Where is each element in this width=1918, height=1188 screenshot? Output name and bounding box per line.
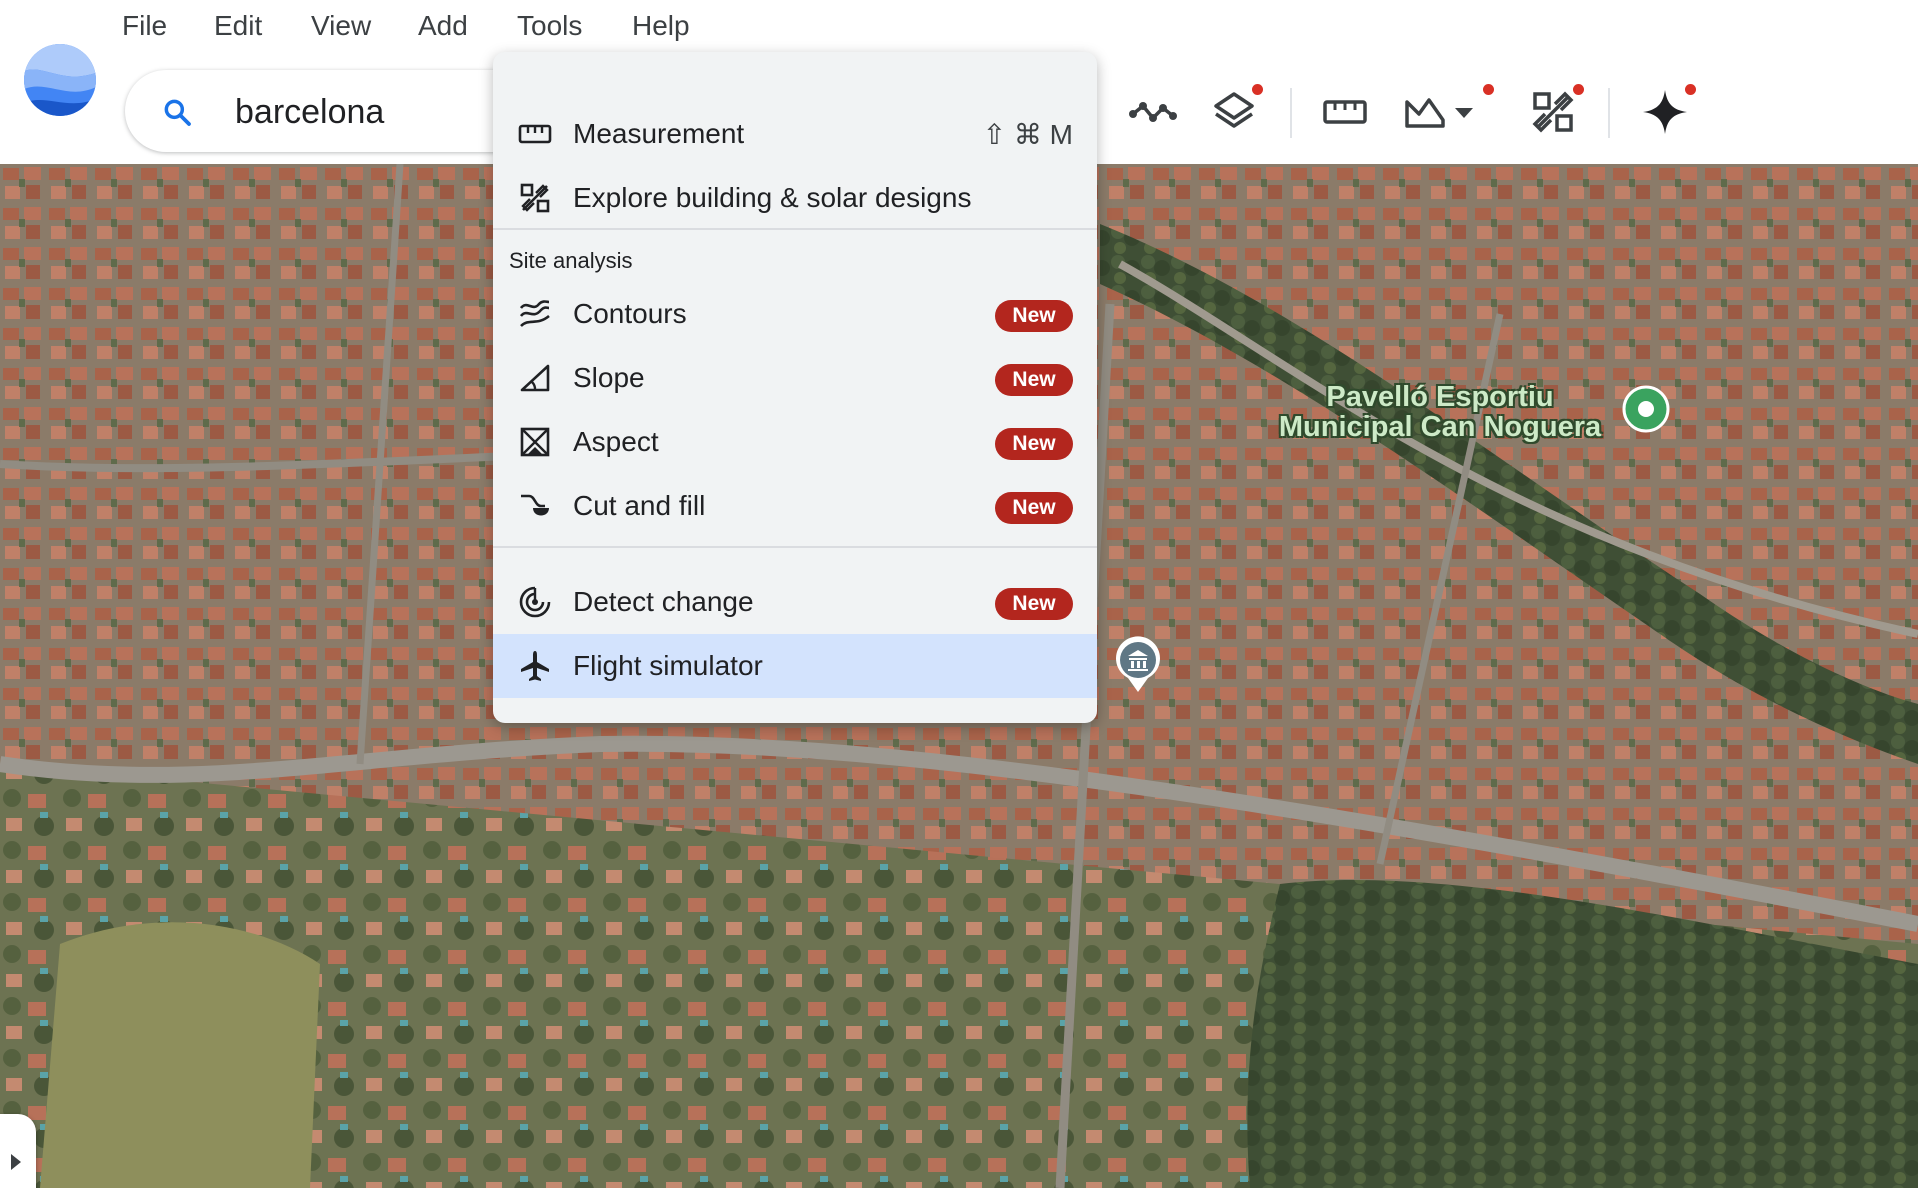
menu-item-flight-simulator[interactable]: Flight simulator [493, 634, 1097, 698]
detect-change-icon [517, 584, 553, 620]
menu-divider [493, 228, 1097, 230]
toolbar-divider [1608, 88, 1610, 138]
menu-item-label: Contours [573, 298, 687, 329]
notification-dot [1483, 84, 1494, 95]
menu-divider [493, 546, 1097, 548]
menu-item-cut-and-fill[interactable]: Cut and fill New [493, 474, 1097, 538]
chevron-right-icon [11, 1154, 21, 1170]
menu-item-explore-building-solar[interactable]: Explore building & solar designs [493, 166, 1097, 230]
menu-item-measurement[interactable]: Measurement ⇧ ⌘ M [493, 102, 1097, 166]
search-icon[interactable] [161, 96, 193, 128]
path-icon[interactable] [1125, 84, 1181, 140]
aspect-icon [517, 424, 553, 460]
airplane-icon [517, 648, 553, 684]
sports-location-pin-icon[interactable] [1621, 384, 1671, 434]
menu-tools[interactable]: Tools [513, 10, 586, 42]
cut-fill-icon [517, 488, 553, 524]
keyboard-shortcut: ⇧ ⌘ M [982, 119, 1073, 150]
menu-item-label: Aspect [573, 426, 659, 457]
side-panel-toggle-button[interactable] [0, 1114, 36, 1188]
new-badge: New [995, 588, 1073, 620]
menu-item-slope[interactable]: Slope New [493, 346, 1097, 410]
building-solar-icon[interactable] [1525, 84, 1584, 140]
menu-item-aspect[interactable]: Aspect New [493, 410, 1097, 474]
notification-dot [1685, 84, 1696, 95]
notification-dot [1573, 84, 1584, 95]
ruler-icon [517, 116, 553, 152]
tools-dropdown-menu: Measurement ⇧ ⌘ M Explore building & sol… [493, 52, 1097, 723]
menu-item-label: Cut and fill [573, 490, 706, 521]
menu-item-contours[interactable]: Contours New [493, 282, 1097, 346]
menu-add[interactable]: Add [414, 10, 472, 42]
section-header-site-analysis: Site analysis [509, 248, 633, 273]
contours-icon [517, 296, 553, 332]
sparkle-icon[interactable] [1637, 84, 1696, 140]
menu-item-label: Explore building & solar designs [573, 182, 972, 213]
menu-edit[interactable]: Edit [210, 10, 266, 42]
menu-file[interactable]: File [118, 10, 171, 42]
earth-logo-icon[interactable] [22, 42, 98, 118]
museum-pin-icon[interactable] [1112, 634, 1164, 694]
menu-item-label: Measurement [573, 118, 745, 149]
menu-item-label: Flight simulator [573, 650, 763, 681]
new-badge: New [995, 492, 1073, 524]
menu-item-detect-change[interactable]: Detect change New [493, 570, 1097, 634]
new-badge: New [995, 300, 1073, 332]
menu-help[interactable]: Help [628, 10, 694, 42]
poi-label[interactable]: Pavelló Esportiu Municipal Can Noguera [1260, 382, 1620, 442]
menu-bar: File Edit View Add Tools Help [0, 0, 1918, 56]
new-badge: New [995, 364, 1073, 396]
building-solar-icon [517, 180, 553, 216]
toolbar-divider [1290, 88, 1292, 138]
ruler-icon[interactable] [1317, 84, 1373, 140]
terrain-icon[interactable] [1397, 84, 1494, 140]
menu-view[interactable]: View [307, 10, 375, 42]
layers-icon[interactable] [1206, 84, 1263, 140]
menu-item-label: Detect change [573, 586, 754, 617]
notification-dot [1252, 84, 1263, 95]
slope-icon [517, 360, 553, 396]
menu-item-label: Slope [573, 362, 645, 393]
new-badge: New [995, 428, 1073, 460]
